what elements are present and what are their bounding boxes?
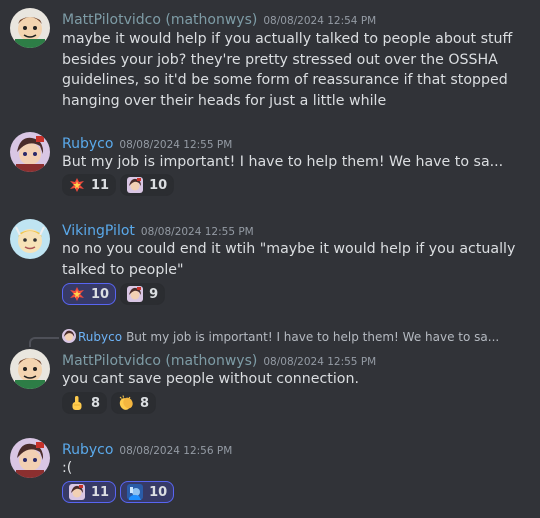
custom-character-emoji-icon [127,286,144,302]
reply-reference[interactable]: Rubyco But my job is important! I have to… [62,329,499,344]
message-timestamp: 08/08/2024 12:54 PM [263,15,377,27]
avatar-mattpilotvidco[interactable] [10,349,50,389]
author-name[interactable]: Rubyco [62,136,113,152]
message-timestamp: 08/08/2024 12:56 PM [119,445,233,457]
reactions-bar: 8 8 [62,392,157,414]
message-text: maybe it would help if you actually talk… [62,31,513,109]
reaction-custom-blue-character[interactable]: 10 [120,481,175,503]
author-name[interactable]: MattPilotvidco (mathonwys) [62,353,257,369]
reaction-count: 8 [140,395,150,411]
collision-emoji-icon [69,177,85,193]
reaction-count: 11 [91,177,110,193]
avatar-mattpilotvidco[interactable] [10,8,50,48]
reply-text: But my job is important! I have to help … [126,330,500,344]
reply-avatar [62,329,76,343]
message-text: no no you could end it wtih "maybe it wo… [62,241,516,278]
avatar-rubyco[interactable] [10,132,50,172]
collision-emoji-icon [69,286,85,302]
reaction-custom-character[interactable]: 9 [120,283,166,305]
message-text: you cant save people without connection. [62,371,359,387]
message-timestamp: 08/08/2024 12:55 PM [119,139,233,151]
reactions-bar: 10 9 [62,283,166,305]
reply-author[interactable]: Rubyco [78,330,122,344]
reaction-count: 10 [91,286,110,302]
reaction-collision[interactable]: 11 [62,174,117,196]
message-text: :( [62,460,73,476]
reaction-count: 11 [91,484,110,500]
author-name[interactable]: VikingPilot [62,223,135,239]
clapping-hands-emoji-icon [118,395,134,411]
reaction-count: 10 [149,484,168,500]
author-name[interactable]: Rubyco [62,442,113,458]
avatar-rubyco[interactable] [10,438,50,478]
reaction-custom-character[interactable]: 11 [62,481,117,503]
reactions-bar: 11 10 [62,174,175,196]
message-timestamp: 08/08/2024 12:55 PM [263,356,377,368]
message-timestamp: 08/08/2024 12:55 PM [140,226,254,238]
message-text: But my job is important! I have to help … [62,154,504,170]
reaction-clapping-hands[interactable]: 8 [111,392,157,414]
avatar-vikingpilot[interactable] [10,219,50,259]
reaction-count: 9 [149,286,159,302]
reply-spine [29,337,59,347]
custom-character-emoji-icon [69,484,85,500]
reaction-collision[interactable]: 10 [62,283,117,305]
reaction-point-up[interactable]: 8 [62,392,108,414]
custom-character-emoji-icon [127,177,144,193]
reaction-count: 10 [149,177,168,193]
reaction-custom-character[interactable]: 10 [120,174,175,196]
point-up-emoji-icon [69,395,85,411]
reactions-bar: 11 10 [62,481,175,503]
author-name[interactable]: MattPilotvidco (mathonwys) [62,12,257,28]
custom-blue-character-emoji-icon [127,484,144,500]
reaction-count: 8 [91,395,101,411]
